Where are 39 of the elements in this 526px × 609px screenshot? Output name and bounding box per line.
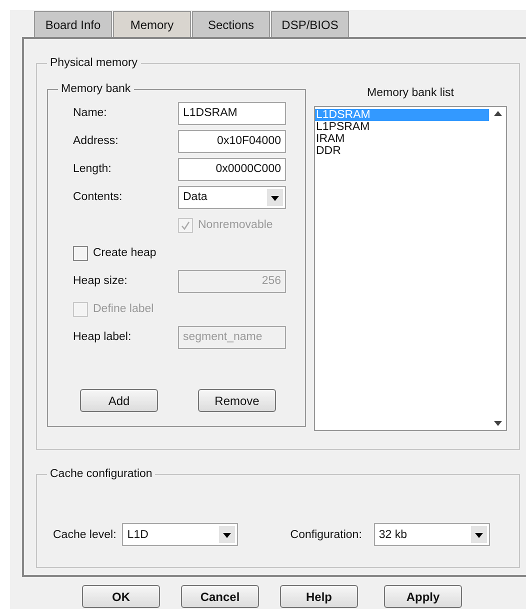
dialog-button[interactable]: Cancel — [181, 585, 259, 608]
scroll-up-icon[interactable] — [494, 111, 502, 116]
checkmark-icon — [181, 220, 190, 230]
group-title: Cache configuration — [49, 468, 154, 480]
tab[interactable]: Memory — [113, 11, 191, 37]
checkbox-label: Create heap — [93, 247, 156, 259]
checkbox[interactable] — [73, 246, 88, 260]
dialog-button[interactable]: Help — [280, 585, 358, 608]
field-label: Contents: — [73, 191, 124, 203]
cache-level-dropdown[interactable]: L1D — [122, 523, 238, 546]
dialog-button[interactable]: Apply — [384, 585, 462, 608]
list-item[interactable]: DDR — [315, 145, 489, 157]
checkbox-label: Nonremovable — [198, 219, 273, 231]
tab[interactable]: Sections — [192, 11, 270, 37]
tab[interactable]: Board Info — [34, 11, 112, 37]
list-title: Memory bank list — [367, 87, 454, 101]
input-field[interactable]: 0x0000C000 — [178, 158, 286, 180]
configuration-dropdown[interactable]: 32 kb — [374, 523, 490, 546]
input-field[interactable]: 0x10F04000 — [178, 130, 286, 152]
field-label: Heap label: — [73, 331, 132, 343]
group-title: Memory bank — [60, 83, 132, 95]
field-label: Name: — [73, 107, 108, 119]
field-label: Heap size: — [73, 275, 128, 287]
group-title: Physical memory — [49, 57, 139, 69]
contents-dropdown[interactable]: Data — [178, 186, 286, 208]
action-button[interactable]: Remove — [198, 389, 276, 412]
checkbox-label: Define label — [93, 303, 154, 315]
memory-bank-list[interactable]: L1DSRAM L1PSRAM IRAM DDR — [314, 106, 507, 431]
field-label: Length: — [73, 163, 112, 175]
field-label: Configuration: — [290, 528, 362, 540]
action-button[interactable]: Add — [80, 389, 158, 412]
tab[interactable]: DSP/BIOS — [271, 11, 349, 37]
input-field[interactable]: L1DSRAM — [178, 102, 286, 124]
field-label: Address: — [73, 135, 120, 147]
field-label: Cache level: — [53, 528, 116, 540]
scroll-down-icon[interactable] — [494, 421, 502, 426]
dialog-button[interactable]: OK — [82, 585, 160, 608]
list-item[interactable]: IRAM — [315, 133, 489, 145]
list-item[interactable]: L1PSRAM — [315, 121, 489, 133]
